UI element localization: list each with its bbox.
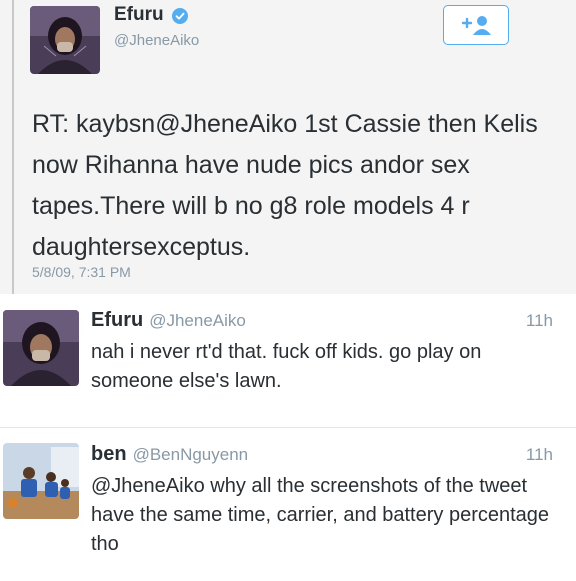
avatar[interactable] <box>3 310 79 386</box>
tweet-text: @JheneAiko why all the screenshots of th… <box>91 475 550 555</box>
reply-tweet[interactable]: ben @BenNguyenn 11h @JheneAiko why all th… <box>0 428 576 581</box>
tweet-text: nah i never rt'd that. fuck off kids. go… <box>91 341 482 392</box>
follow-plus-person-icon <box>461 16 491 35</box>
avatar-photo <box>3 310 79 386</box>
embedded-tweet-screenshot: Efuru @JheneAiko RT: kaybsn@JheneAiko 1s… <box>0 0 576 294</box>
tweet-time-ago[interactable]: 11h <box>526 311 553 331</box>
avatar[interactable] <box>30 6 100 74</box>
quote-rule <box>12 0 14 294</box>
reply-tweet[interactable]: Efuru @JheneAiko 11h nah i never rt'd tha… <box>0 296 576 424</box>
avatar-photo <box>30 6 100 74</box>
tweet-time-ago[interactable]: 11h <box>526 445 553 465</box>
author-name[interactable]: ben <box>91 443 127 465</box>
follow-button[interactable] <box>443 5 509 45</box>
author-name[interactable]: Efuru <box>114 4 164 26</box>
verified-badge-icon <box>172 8 188 24</box>
avatar-photo <box>3 443 79 519</box>
tweet-timestamp[interactable]: 5/8/09, 7:31 PM <box>32 264 131 280</box>
avatar[interactable] <box>3 443 79 519</box>
author-handle[interactable]: @JheneAiko <box>114 32 199 49</box>
author-handle[interactable]: @BenNguyenn <box>133 445 249 464</box>
tweet-header: ben @BenNguyenn 11h <box>91 443 561 469</box>
author-handle[interactable]: @JheneAiko <box>149 311 246 330</box>
author-name[interactable]: Efuru <box>91 309 143 331</box>
tweet-body: RT: kaybsn@JheneAiko 1st Cassie then Kel… <box>32 110 538 261</box>
tweet-header: Efuru @JheneAiko 11h <box>91 309 561 335</box>
